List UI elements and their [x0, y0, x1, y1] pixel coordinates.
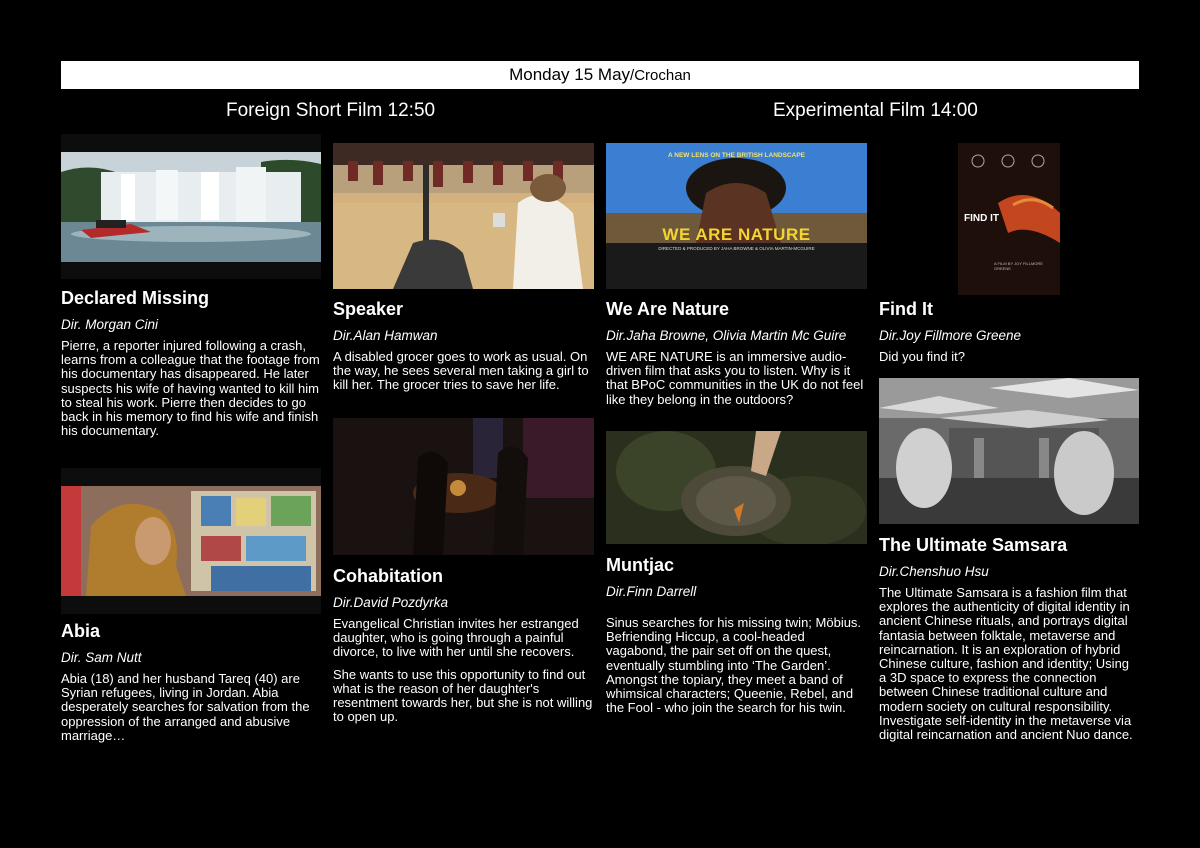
section-foreign-short-film: Foreign Short Film 12:50 — [226, 100, 436, 121]
hand-insect-forest-still-icon — [606, 431, 867, 544]
film-director: Dir. Morgan Cini — [61, 317, 159, 332]
film-declared-missing: Declared Missing Dir. Morgan Cini Pierre… — [61, 287, 321, 438]
film-description: Abia (18) and her husband Tareq (40) are… — [61, 671, 310, 743]
film-title: Muntjac — [606, 555, 675, 575]
muntjac-thumbnail[interactable] — [606, 431, 867, 544]
motorbike-desert-still-icon — [333, 143, 594, 289]
waterfall-boat-still-icon — [61, 152, 321, 262]
woman-hijab-shop-still-icon — [61, 486, 321, 596]
dark-dining-room-still-icon — [333, 418, 594, 555]
section-experimental-film: Experimental Film 14:00 — [773, 100, 978, 121]
film-muntjac: Muntjac Dir.Finn Darrell Sinus searches … — [606, 554, 866, 715]
day-venue-banner: Monday 15 May/Crochan — [61, 61, 1139, 89]
poster-credit: DIRECTED & PRODUCED BY JAHA BROWNE & OLI… — [658, 246, 815, 251]
poster-title: FIND IT — [964, 213, 999, 224]
film-director: Dir.Joy Fillmore Greene — [879, 328, 1022, 343]
poster-title: WE ARE NATURE — [662, 225, 811, 244]
banner-venue: /Crochan — [630, 67, 691, 84]
film-director: Dir.Jaha Browne, Olivia Martin Mc Guire — [606, 328, 847, 343]
film-title: Abia — [61, 621, 101, 641]
abia-thumbnail[interactable] — [61, 486, 321, 596]
declared-missing-thumbnail[interactable] — [61, 152, 321, 262]
film-description: Sinus searches for his missing twin; Möb… — [606, 615, 862, 716]
film-director: Dir.Chenshuo Hsu — [879, 564, 989, 579]
film-title: Declared Missing — [61, 288, 210, 308]
film-description: The Ultimate Samsara is a fashion film t… — [879, 585, 1133, 743]
film-title: The Ultimate Samsara — [879, 535, 1068, 555]
film-we-are-nature: We Are Nature Dir.Jaha Browne, Olivia Ma… — [606, 298, 866, 407]
banner-day: Monday 15 May — [509, 65, 631, 84]
film-cohabitation: Cohabitation Dir.David Pozdyrka Evangeli… — [333, 565, 593, 724]
speaker-thumbnail[interactable] — [333, 143, 594, 289]
film-description: A disabled grocer goes to work as usual.… — [333, 349, 589, 393]
we-are-nature-thumbnail[interactable]: A NEW LENS ON THE BRITISH LANDSCAPE WE A… — [606, 143, 867, 289]
we-are-nature-poster-icon — [606, 143, 867, 289]
film-description: Did you find it? — [879, 349, 965, 364]
film-speaker: Speaker Dir.Alan Hamwan A disabled groce… — [333, 298, 593, 393]
film-director: Dir.David Pozdyrka — [333, 595, 449, 610]
cohabitation-thumbnail[interactable] — [333, 418, 594, 555]
film-title: Find It — [879, 299, 933, 319]
find-it-thumbnail[interactable]: FIND IT A FILM BY JOY FILLMORE GREENE — [958, 143, 1060, 295]
film-director: Dir.Alan Hamwan — [333, 328, 438, 343]
film-description: Evangelical Christian invites her estran… — [333, 616, 579, 660]
film-abia: Abia Dir. Sam Nutt Abia (18) and her hus… — [61, 620, 321, 743]
film-title: Speaker — [333, 299, 404, 319]
film-description: Pierre, a reporter injured following a c… — [61, 338, 320, 439]
film-find-it: Find It Dir.Joy Fillmore Greene Did you … — [879, 298, 1139, 364]
chinese-architecture-render-icon — [879, 378, 1139, 524]
film-description: WE ARE NATURE is an immersive audio-driv… — [606, 349, 864, 407]
film-ultimate-samsara: The Ultimate Samsara Dir.Chenshuo Hsu Th… — [879, 534, 1139, 742]
film-director: Dir. Sam Nutt — [61, 650, 142, 665]
poster-credit: A FILM BY JOY FILLMORE GREENE — [994, 261, 1043, 271]
film-director: Dir.Finn Darrell — [606, 584, 697, 599]
film-title: We Are Nature — [606, 299, 730, 319]
ultimate-samsara-thumbnail[interactable] — [879, 378, 1139, 524]
film-title: Cohabitation — [333, 566, 443, 586]
film-description-2: She wants to use this opportunity to fin… — [333, 666, 593, 725]
poster-tagline: A NEW LENS ON THE BRITISH LANDSCAPE — [668, 152, 805, 159]
